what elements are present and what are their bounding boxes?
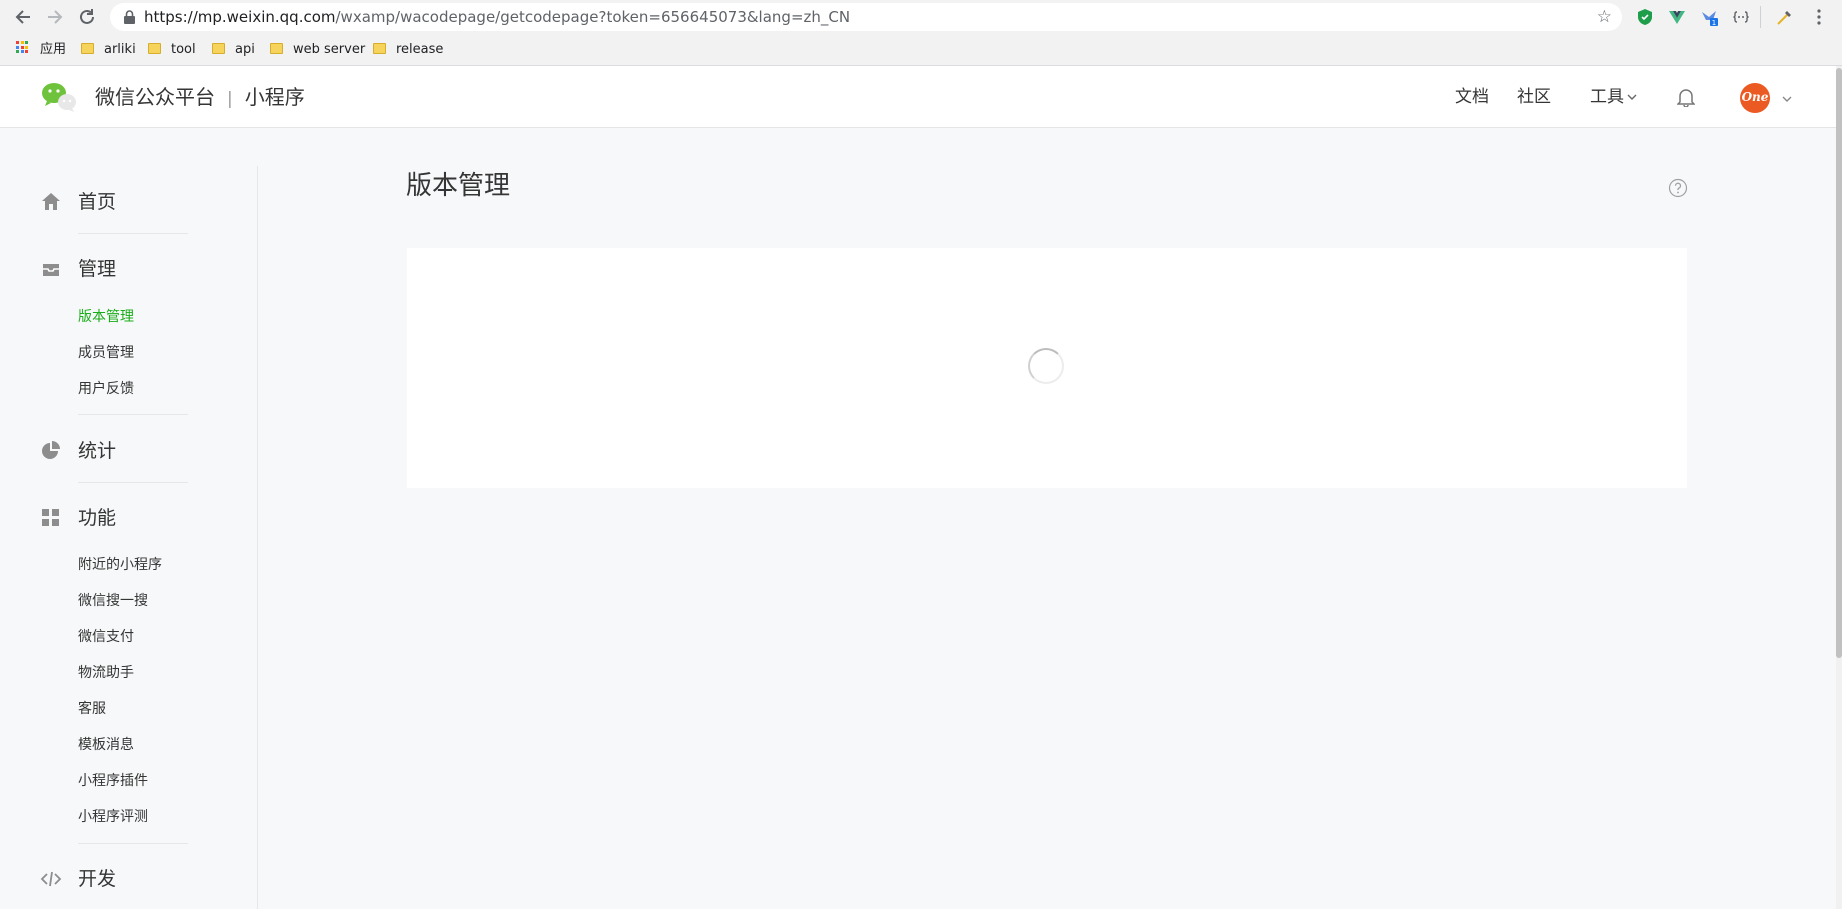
help-question-icon[interactable] — [1668, 178, 1688, 198]
url-text: https://mp.weixin.qq.com/wxamp/wacodepag… — [144, 3, 850, 31]
folder-icon — [270, 43, 283, 54]
back-arrow-icon[interactable] — [12, 6, 34, 28]
nav-tools-dropdown[interactable]: 工具 — [1590, 66, 1638, 128]
sidebar-item-wechat-pay[interactable]: 微信支付 — [78, 627, 134, 647]
sidebar-item-plugins[interactable]: 小程序插件 — [78, 771, 148, 791]
avatar-chevron-down-icon[interactable] — [1781, 90, 1793, 102]
page: 微信公众平台 | 小程序 文档 社区 工具 One 首页 管理 版本管理 成员管理 … — [0, 66, 1842, 909]
brand-separator: | — [227, 89, 233, 109]
nav-community-link[interactable]: 社区 — [1517, 66, 1551, 128]
shield-extension-icon[interactable] — [1636, 8, 1654, 26]
sidebar: 首页 管理 版本管理 成员管理 用户反馈 统计 功能 附近的小程序 微信搜一搜 … — [0, 166, 258, 909]
sidebar-divider — [78, 414, 188, 415]
pie-chart-icon — [40, 440, 62, 462]
chevron-down-icon — [1624, 87, 1638, 107]
extension-badge: 1 — [1712, 19, 1716, 26]
folder-icon — [148, 43, 161, 54]
sidebar-item-home[interactable]: 首页 — [78, 190, 116, 214]
vue-extension-icon[interactable] — [1668, 8, 1686, 26]
bookmark-label: 应用 — [40, 42, 67, 57]
sidebar-item-evaluation[interactable]: 小程序评测 — [78, 807, 148, 827]
sidebar-item-nearby-miniprogram[interactable]: 附近的小程序 — [78, 555, 162, 575]
address-bar[interactable]: https://mp.weixin.qq.com/wxamp/wacodepag… — [110, 3, 1622, 31]
sidebar-section-manage[interactable]: 管理 — [78, 257, 116, 281]
bookmark-star-icon[interactable]: ☆ — [1597, 7, 1612, 27]
bookmark-label: arliki — [104, 42, 136, 57]
sidebar-item-template-message[interactable]: 模板消息 — [78, 735, 134, 755]
sidebar-item-member-management[interactable]: 成员管理 — [78, 343, 134, 363]
bookmark-folder-web-server[interactable]: web server — [270, 34, 365, 66]
bookmark-label: release — [396, 42, 444, 57]
json-extension-icon[interactable] — [1732, 8, 1750, 26]
lock-icon — [124, 9, 135, 24]
sidebar-divider — [78, 843, 188, 844]
url-path: /wxamp/wacodepage/getcodepage?token=6566… — [335, 8, 851, 26]
nav-docs-link[interactable]: 文档 — [1455, 66, 1489, 128]
bookmark-folder-tool[interactable]: tool — [148, 34, 196, 66]
home-icon — [40, 191, 62, 213]
bookmark-apps[interactable]: 应用 — [16, 34, 66, 66]
bookmark-folder-api[interactable]: api — [212, 34, 255, 66]
apps-grid-icon — [16, 41, 30, 55]
brand-title[interactable]: 微信公众平台 | 小程序 — [95, 66, 305, 130]
sidebar-divider — [78, 233, 188, 234]
bookmark-folder-release[interactable]: release — [373, 34, 443, 66]
picker-extension-icon[interactable] — [1776, 8, 1794, 26]
scrollbar-thumb[interactable] — [1836, 68, 1842, 658]
sidebar-divider — [78, 482, 188, 483]
sidebar-item-customer-service[interactable]: 客服 — [78, 699, 106, 719]
inbox-icon — [40, 258, 62, 280]
product-name: 小程序 — [244, 85, 305, 109]
page-title: 版本管理 — [406, 171, 511, 201]
notification-bell-icon[interactable] — [1676, 87, 1696, 108]
bookmark-label: api — [235, 42, 255, 57]
bookmark-label: tool — [171, 42, 196, 57]
folder-icon — [81, 43, 94, 54]
sidebar-section-stats[interactable]: 统计 — [78, 439, 116, 463]
code-icon — [40, 868, 62, 890]
bookmarks-bar: 应用 arliki tool api web server release — [0, 34, 1842, 66]
nav-tools-label: 工具 — [1590, 87, 1624, 107]
wechat-logo-icon[interactable] — [40, 81, 78, 113]
loading-spinner — [1028, 348, 1064, 384]
version-list-panel — [407, 248, 1687, 488]
browser-menu-icon[interactable] — [1810, 8, 1828, 26]
bookmark-label: web server — [293, 42, 366, 57]
browser-toolbar: https://mp.weixin.qq.com/wxamp/wacodepag… — [0, 0, 1842, 34]
url-host: https://mp.weixin.qq.com — [144, 8, 336, 26]
brand-name: 微信公众平台 — [95, 85, 215, 109]
sidebar-section-features[interactable]: 功能 — [78, 506, 116, 530]
forward-arrow-icon[interactable] — [44, 6, 66, 28]
grid-icon — [40, 507, 62, 529]
bird-extension-icon[interactable]: 1 — [1700, 8, 1718, 27]
folder-icon — [212, 43, 225, 54]
bookmark-folder-arliki[interactable]: arliki — [81, 34, 136, 66]
sidebar-item-user-feedback[interactable]: 用户反馈 — [78, 379, 134, 399]
folder-icon — [373, 43, 386, 54]
reload-icon[interactable] — [76, 6, 98, 28]
user-avatar[interactable]: One — [1740, 83, 1770, 113]
toolbar-divider — [1760, 6, 1761, 28]
sidebar-item-logistics[interactable]: 物流助手 — [78, 663, 134, 683]
sidebar-section-develop[interactable]: 开发 — [78, 867, 116, 891]
top-header: 微信公众平台 | 小程序 文档 社区 工具 One — [0, 66, 1836, 128]
sidebar-item-version-management[interactable]: 版本管理 — [78, 307, 134, 327]
sidebar-item-wechat-search[interactable]: 微信搜一搜 — [78, 591, 148, 611]
